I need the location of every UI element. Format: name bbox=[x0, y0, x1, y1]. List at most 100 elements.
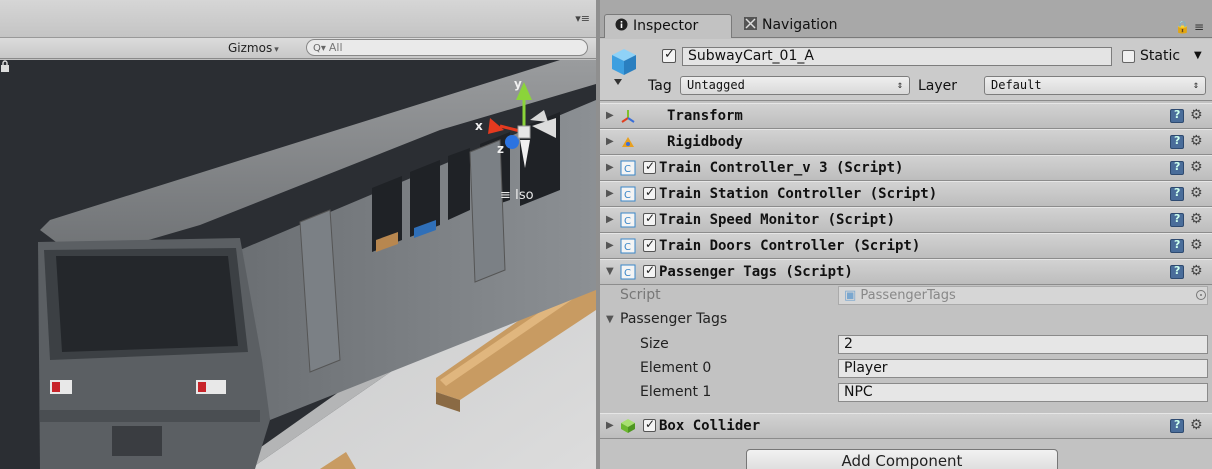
tab-navigation[interactable]: Navigation bbox=[734, 14, 884, 38]
scene-view: ▾≡ Gizmos ▾ Q▾ All y x z ≡ Iso bbox=[0, 0, 596, 469]
inspector-menu-icon[interactable]: 🔒 ≡ bbox=[1175, 20, 1204, 34]
component-title: Rigidbody bbox=[667, 134, 743, 150]
help-icon[interactable] bbox=[1170, 160, 1184, 175]
element-1-row: Element 1 NPC bbox=[600, 382, 1212, 404]
svg-text:C: C bbox=[624, 164, 631, 175]
component-title: Train Controller_v 3 (Script) bbox=[659, 160, 904, 176]
fold-right-icon[interactable]: ▶ bbox=[606, 240, 614, 251]
train-coupler bbox=[112, 426, 162, 456]
component-enabled-checkbox[interactable] bbox=[643, 263, 656, 278]
chevron-updown-icon: ⇕ bbox=[896, 80, 903, 91]
tab-inspector[interactable]: Inspector bbox=[604, 14, 732, 38]
component-title: Box Collider bbox=[659, 418, 761, 434]
component-enabled-checkbox[interactable] bbox=[643, 159, 656, 174]
inspector-panel: Inspector Navigation 🔒 ≡ SubwayCart_01_A… bbox=[600, 0, 1212, 469]
component-train-doors-controller[interactable]: ▶ C Train Doors Controller (Script) ⚙ bbox=[600, 233, 1212, 259]
tag-dropdown[interactable]: Untagged ⇕ bbox=[680, 76, 910, 95]
gizmo-axis-z: z bbox=[497, 142, 504, 156]
view-mode-label[interactable]: ≡ Iso bbox=[500, 188, 534, 203]
layer-label: Layer bbox=[918, 78, 958, 94]
gizmos-label: Gizmos bbox=[228, 41, 273, 55]
component-enabled-checkbox[interactable] bbox=[643, 185, 656, 200]
component-transform[interactable]: ▶ Transform ⚙ bbox=[600, 103, 1212, 129]
layer-value: Default bbox=[991, 78, 1042, 92]
scene-search-input[interactable]: Q▾ All bbox=[306, 39, 588, 56]
gear-icon[interactable]: ⚙ bbox=[1190, 237, 1203, 253]
size-field[interactable]: 2 bbox=[838, 335, 1208, 354]
fold-down-icon[interactable]: ▼ bbox=[606, 314, 614, 325]
component-enabled-checkbox[interactable] bbox=[643, 211, 656, 226]
svg-text:C: C bbox=[624, 190, 631, 201]
scene-viewport[interactable]: y x z ≡ Iso bbox=[0, 60, 596, 469]
transform-icon bbox=[621, 110, 635, 123]
passenger-tags-array-row[interactable]: ▼ Passenger Tags bbox=[600, 309, 1212, 331]
scene-menu-icon[interactable]: ▾≡ bbox=[575, 12, 590, 25]
help-icon[interactable] bbox=[1170, 238, 1184, 253]
gear-icon[interactable]: ⚙ bbox=[1190, 263, 1203, 279]
fold-right-icon[interactable]: ▶ bbox=[606, 214, 614, 225]
gear-icon[interactable]: ⚙ bbox=[1190, 185, 1203, 201]
fold-down-icon[interactable]: ▼ bbox=[606, 266, 614, 277]
script-label: Script bbox=[620, 287, 661, 303]
component-passenger-tags[interactable]: ▼ C Passenger Tags (Script) ⚙ bbox=[600, 259, 1212, 285]
add-component-button[interactable]: Add Component bbox=[746, 449, 1058, 469]
fold-right-icon[interactable]: ▶ bbox=[606, 110, 614, 121]
layer-dropdown[interactable]: Default ⇕ bbox=[984, 76, 1206, 95]
help-icon[interactable] bbox=[1170, 108, 1184, 123]
help-icon[interactable] bbox=[1170, 418, 1184, 433]
gear-icon[interactable]: ⚙ bbox=[1190, 159, 1203, 175]
lock-icon[interactable] bbox=[0, 60, 10, 72]
tabs-menu-glyph: ≡ bbox=[1193, 20, 1204, 34]
fold-right-icon[interactable]: ▶ bbox=[606, 420, 614, 431]
static-dropdown-arrow[interactable]: ▼ bbox=[1194, 50, 1202, 61]
gameobject-name-field[interactable]: SubwayCart_01_A bbox=[682, 47, 1112, 66]
gizmo-axis-y: y bbox=[514, 77, 522, 91]
fold-right-icon[interactable]: ▶ bbox=[606, 136, 614, 147]
gear-icon[interactable]: ⚙ bbox=[1190, 133, 1203, 149]
search-value: All bbox=[328, 41, 343, 54]
gizmos-dropdown[interactable]: Gizmos ▾ bbox=[228, 40, 279, 56]
search-icon: Q▾ bbox=[313, 43, 326, 54]
script-field[interactable]: ▣ PassengerTags bbox=[838, 286, 1208, 305]
gameobject-active-checkbox[interactable] bbox=[662, 47, 676, 63]
gear-icon[interactable]: ⚙ bbox=[1190, 417, 1203, 433]
component-rigidbody[interactable]: ▶ Rigidbody ⚙ bbox=[600, 129, 1212, 155]
passenger-tags-body: Script ▣ PassengerTags ▼ Passenger Tags … bbox=[600, 285, 1212, 413]
component-enabled-checkbox[interactable] bbox=[643, 417, 656, 432]
array-label: Passenger Tags bbox=[620, 311, 728, 327]
train-door bbox=[469, 139, 506, 283]
gear-icon[interactable]: ⚙ bbox=[1190, 107, 1203, 123]
fold-right-icon[interactable]: ▶ bbox=[606, 162, 614, 173]
fold-right-icon[interactable]: ▶ bbox=[606, 188, 614, 199]
element-1-field[interactable]: NPC bbox=[838, 383, 1208, 402]
tag-value: Untagged bbox=[687, 78, 745, 92]
inspector-tab-bar: Inspector Navigation 🔒 ≡ bbox=[600, 0, 1212, 38]
component-box-collider[interactable]: ▶ Box Collider ⚙ bbox=[600, 413, 1212, 439]
component-enabled-checkbox[interactable] bbox=[643, 237, 656, 252]
box-collider-icon bbox=[621, 419, 635, 433]
component-train-controller[interactable]: ▶ C Train Controller_v 3 (Script) ⚙ bbox=[600, 155, 1212, 181]
size-label: Size bbox=[640, 336, 669, 352]
component-train-speed-monitor[interactable]: ▶ C Train Speed Monitor (Script) ⚙ bbox=[600, 207, 1212, 233]
element-label: Element 1 bbox=[640, 384, 712, 400]
component-title: Train Doors Controller (Script) bbox=[659, 238, 921, 254]
chevron-updown-icon: ⇕ bbox=[1192, 80, 1199, 91]
help-icon[interactable] bbox=[1170, 264, 1184, 279]
help-icon[interactable] bbox=[1170, 186, 1184, 201]
gear-icon[interactable]: ⚙ bbox=[1190, 211, 1203, 227]
element-0-field[interactable]: Player bbox=[838, 359, 1208, 378]
component-train-station-controller[interactable]: ▶ C Train Station Controller (Script) ⚙ bbox=[600, 181, 1212, 207]
help-icon[interactable] bbox=[1170, 212, 1184, 227]
object-picker-icon[interactable] bbox=[1196, 290, 1206, 300]
component-title: Passenger Tags (Script) bbox=[659, 264, 853, 280]
gameobject-cube-icon bbox=[612, 49, 636, 85]
static-checkbox[interactable] bbox=[1122, 50, 1135, 63]
component-title: Transform bbox=[667, 108, 743, 124]
svg-text:C: C bbox=[624, 268, 631, 279]
script-row: Script ▣ PassengerTags bbox=[600, 285, 1212, 307]
script-icon: C bbox=[620, 160, 636, 176]
tab-navigation-label: Navigation bbox=[762, 17, 838, 33]
help-icon[interactable] bbox=[1170, 134, 1184, 149]
static-label: Static bbox=[1140, 48, 1181, 64]
component-title: Train Station Controller (Script) bbox=[659, 186, 938, 202]
